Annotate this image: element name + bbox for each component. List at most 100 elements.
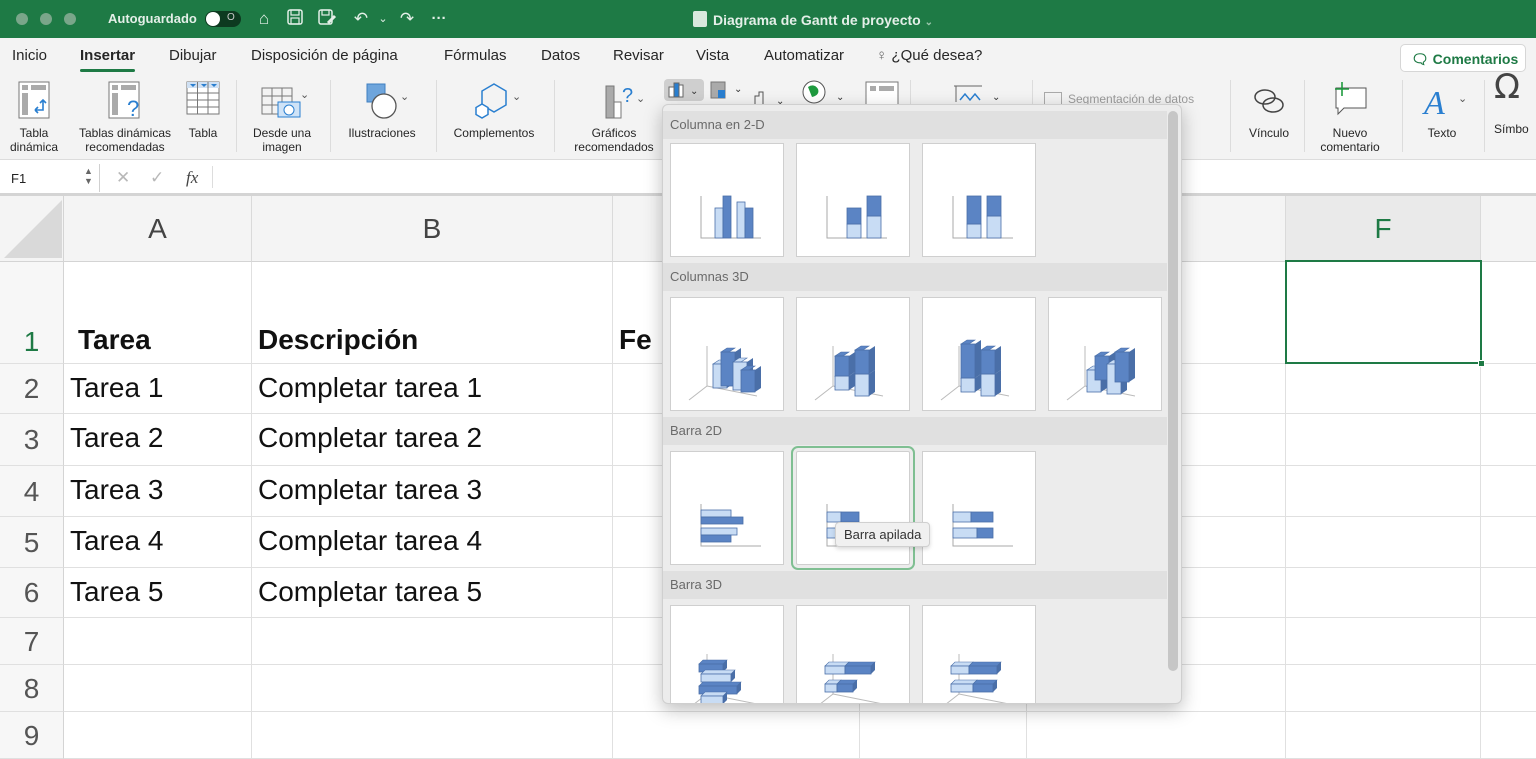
undo-icon[interactable]: ↶ — [350, 8, 372, 30]
name-box[interactable]: F1 ▲ ▼ — [0, 164, 100, 192]
confirm-entry-icon[interactable]: ✓ — [150, 168, 164, 188]
row-header-8[interactable]: 8 — [0, 665, 64, 712]
add-ins-button[interactable]: ⌄ Complementos — [446, 80, 542, 140]
from-image-button[interactable]: ⌄ Desde una imagen — [246, 80, 318, 154]
cell-A5[interactable]: Tarea 4 — [64, 517, 252, 568]
hierarchy-chart-button[interactable]: ⌄ — [708, 79, 748, 101]
recommended-pivot-tables-button[interactable]: ? Tablas dinámicas recomendadas — [72, 80, 178, 154]
home-icon[interactable]: ⌂ — [253, 8, 275, 30]
tab-disposicion-pagina[interactable]: Disposición de página — [251, 47, 398, 64]
pivot-table-button[interactable]: Tabla dinámica — [6, 80, 62, 154]
selected-cell-f1[interactable] — [1285, 260, 1485, 367]
cell-A6[interactable]: Tarea 5 — [64, 568, 252, 618]
document-title[interactable]: Diagrama de Gantt de proyecto ⌄ — [693, 11, 933, 28]
tab-vista[interactable]: Vista — [696, 47, 729, 64]
cell-A2[interactable]: Tarea 1 — [64, 364, 252, 414]
cell-A8[interactable] — [64, 665, 252, 712]
row-header-2[interactable]: 2 — [0, 364, 64, 414]
cell-G2[interactable] — [1481, 364, 1536, 414]
cancel-entry-icon[interactable]: ✕ — [116, 168, 130, 188]
cell-B5[interactable]: Completar tarea 4 — [252, 517, 613, 568]
recommended-charts-button[interactable]: ? ⌄ Gráficos recomendados — [566, 80, 662, 154]
tab-insertar[interactable]: Insertar — [80, 47, 136, 72]
save-as-icon[interactable] — [316, 8, 338, 30]
tab-revisar[interactable]: Revisar — [613, 47, 664, 64]
insert-function-icon[interactable]: fx — [186, 168, 198, 188]
illustrations-button[interactable]: ⌄ Ilustraciones — [340, 80, 424, 140]
column-header-a[interactable]: A — [64, 196, 252, 262]
cell-B4[interactable]: Completar tarea 3 — [252, 466, 613, 517]
row-header-6[interactable]: 6 — [0, 568, 64, 618]
chart-option-barra-100pct-apilada-3d[interactable] — [922, 605, 1036, 703]
row-header-7[interactable]: 7 — [0, 618, 64, 665]
row-header-1[interactable]: 1 — [0, 262, 64, 364]
link-button[interactable]: Vínculo — [1240, 80, 1298, 140]
cell-F3[interactable] — [1286, 414, 1481, 466]
cell-A1[interactable]: Tarea — [64, 262, 252, 364]
cell-F2[interactable] — [1286, 364, 1481, 414]
new-comment-button[interactable]: Nuevo comentario — [1310, 80, 1390, 154]
cell-B8[interactable] — [252, 665, 613, 712]
symbol-button[interactable]: Ω Símbo — [1494, 70, 1536, 136]
autosave-toggle[interactable]: O — [205, 11, 241, 27]
cell-G6[interactable] — [1481, 568, 1536, 618]
cell-G9[interactable] — [1481, 712, 1536, 759]
cell-A4[interactable]: Tarea 3 — [64, 466, 252, 517]
chart-option-barra-apilada-3d[interactable] — [796, 605, 910, 703]
cell-B1[interactable]: Descripción — [252, 262, 613, 364]
row-header-3[interactable]: 3 — [0, 414, 64, 466]
chart-option-barra-100pct-apilada[interactable] — [922, 451, 1036, 565]
tab-inicio[interactable]: Inicio — [12, 47, 47, 64]
text-button[interactable]: A ⌄ Texto — [1410, 80, 1474, 140]
chart-option-columna-agrupada-3d[interactable] — [670, 297, 784, 411]
table-button[interactable]: Tabla — [184, 80, 222, 140]
chart-option-columna-apilada[interactable] — [796, 143, 910, 257]
cell-B9[interactable] — [252, 712, 613, 759]
save-icon[interactable] — [284, 8, 306, 30]
chart-option-barra-apilada[interactable] — [791, 446, 915, 570]
tab-formulas[interactable]: Fórmulas — [444, 47, 507, 64]
cell-F9[interactable] — [1286, 712, 1481, 759]
tab-dibujar[interactable]: Dibujar — [169, 47, 217, 64]
chart-option-columna-agrupada[interactable] — [670, 143, 784, 257]
cell-F6[interactable] — [1286, 568, 1481, 618]
tab-automatizar[interactable]: Automatizar — [764, 47, 844, 64]
chart-option-barra-agrupada[interactable] — [670, 451, 784, 565]
cell-E9[interactable] — [1027, 712, 1286, 759]
maps-chart-button[interactable]: ⌄ — [798, 78, 854, 106]
chart-option-barra-agrupada-3d[interactable] — [670, 605, 784, 703]
more-icon[interactable]: ··· — [428, 8, 450, 30]
cell-B3[interactable]: Completar tarea 2 — [252, 414, 613, 466]
cell-B6[interactable]: Completar tarea 5 — [252, 568, 613, 618]
row-header-9[interactable]: 9 — [0, 712, 64, 759]
cell-F4[interactable] — [1286, 466, 1481, 517]
cell-A3[interactable]: Tarea 2 — [64, 414, 252, 466]
cell-G5[interactable] — [1481, 517, 1536, 568]
undo-dropdown-icon[interactable]: ⌄ — [372, 8, 394, 30]
dropdown-scrollbar[interactable] — [1168, 111, 1178, 671]
cell-G7[interactable] — [1481, 618, 1536, 665]
cell-B2[interactable]: Completar tarea 1 — [252, 364, 613, 414]
column-header-f[interactable]: F — [1286, 196, 1481, 262]
chart-option-columna-100pct-apilada-3d[interactable] — [922, 297, 1036, 411]
redo-icon[interactable]: ↷ — [396, 8, 418, 30]
cell-F7[interactable] — [1286, 618, 1481, 665]
waterfall-chart-button[interactable]: ⌄ — [750, 86, 790, 107]
maximize-window-button[interactable] — [64, 13, 76, 25]
fill-handle[interactable] — [1478, 360, 1485, 367]
cell-G8[interactable] — [1481, 665, 1536, 712]
cell-C9[interactable] — [613, 712, 860, 759]
tab-datos[interactable]: Datos — [541, 47, 580, 64]
chart-option-columna-3d[interactable] — [1048, 297, 1162, 411]
column-header-g[interactable] — [1481, 196, 1536, 262]
cell-F5[interactable] — [1286, 517, 1481, 568]
cell-F8[interactable] — [1286, 665, 1481, 712]
cell-G3[interactable] — [1481, 414, 1536, 466]
close-window-button[interactable] — [16, 13, 28, 25]
cell-A7[interactable] — [64, 618, 252, 665]
cell-G1[interactable] — [1481, 262, 1536, 364]
name-box-stepper-icon[interactable]: ▲ ▼ — [84, 166, 93, 186]
chart-option-columna-100pct-apilada[interactable] — [922, 143, 1036, 257]
cell-A9[interactable] — [64, 712, 252, 759]
cell-B7[interactable] — [252, 618, 613, 665]
